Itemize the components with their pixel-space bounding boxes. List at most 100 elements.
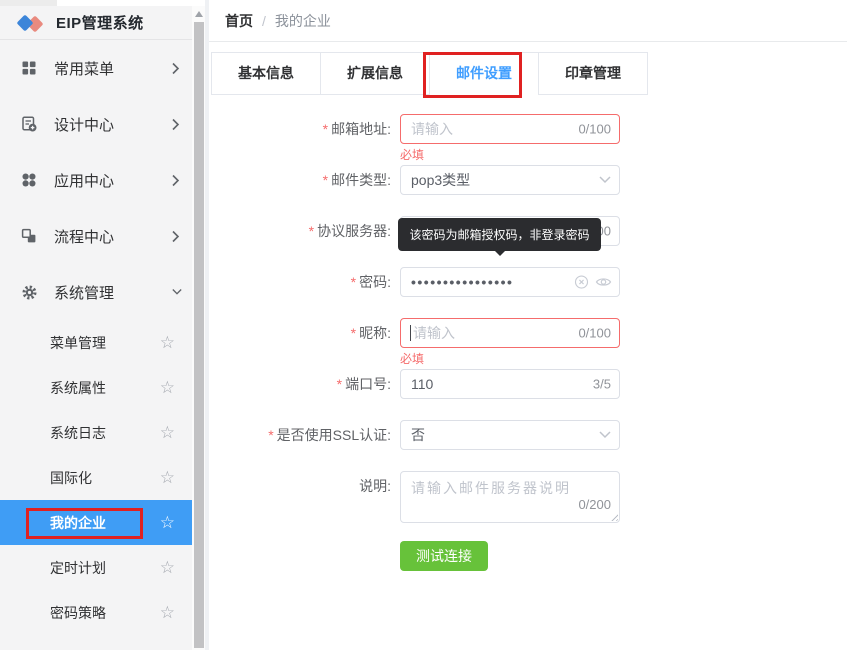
tab-extended-info[interactable]: 扩展信息 [320,53,429,94]
sidebar-item-label: 设计中心 [54,116,115,134]
required-mark: * [268,427,274,443]
tab-bar: 基本信息 扩展信息 邮件设置 印章管理 [211,52,648,95]
sidebar-item-label: 我的企业 [50,514,106,531]
sidebar-item-password-policy[interactable]: 密码策略 ☆ [0,590,192,635]
nickname-input[interactable] [400,318,620,348]
grid-icon [20,59,38,77]
chevron-right-icon [172,117,182,131]
form-row-email: *邮箱地址: 0/100 必填 [209,114,847,162]
sidebar-item-scheduler[interactable]: 定时计划 ☆ [0,545,192,590]
required-mark: * [322,172,329,188]
chevron-right-icon [172,61,182,75]
chevron-down-icon [599,431,611,439]
tab-basic-info[interactable]: 基本信息 [212,53,320,94]
app-title: EIP管理系统 [56,15,144,32]
required-mark: * [322,121,329,137]
form-row-mail-type: * 邮件类型: pop3类型 [209,165,847,195]
text-caret [410,325,411,341]
chevron-right-icon [172,229,182,243]
ssl-select[interactable]: 否 [400,420,620,450]
chevron-down-icon [599,176,611,184]
sidebar-item-i18n[interactable]: 国际化 ☆ [0,455,192,500]
sidebar-item-label: 流程中心 [54,228,115,246]
port-input[interactable] [400,369,620,399]
design-doc-icon [20,115,38,133]
sidebar-item-system-props[interactable]: 系统属性 ☆ [0,365,192,410]
mail-type-select[interactable]: pop3类型 [400,165,620,195]
sidebar-item-label: 密码策略 [50,604,106,621]
breadcrumb-home[interactable]: 首页 [225,11,253,31]
form-row-password: * 密码: [209,267,847,297]
test-connection-button[interactable]: 测试连接 [400,541,488,571]
validation-message: 必填 [400,352,425,366]
email-address-field: 0/100 [400,114,620,144]
form-row-protocol-server: *协议服务器: 0/100 该密码为邮箱授权码，非登录密码 [209,216,847,251]
clear-circle-icon[interactable] [574,275,589,290]
breadcrumb-current: 我的企业 [274,12,331,29]
scrollbar-up-arrow[interactable] [194,11,203,17]
sidebar-item-label: 常用菜单 [54,60,115,78]
sidebar-item-system-logs[interactable]: 系统日志 ☆ [0,410,192,455]
email-address-input[interactable] [400,114,620,144]
sidebar-item-label: 系统管理 [54,284,115,302]
main-content: 首页 / 我的企业 基本信息 扩展信息 邮件设置 印章管理 *邮箱地址: 0/1… [209,0,847,650]
chevron-right-icon [172,173,182,187]
tab-mail-settings[interactable]: 邮件设置 [429,53,538,95]
star-icon[interactable]: ☆ [160,468,175,488]
required-mark: * [308,223,315,239]
scrollbar-thumb[interactable] [193,22,204,648]
breadcrumb: 首页 / 我的企业 [209,0,847,42]
chevron-down-icon [172,285,182,299]
star-icon[interactable]: ☆ [160,603,175,623]
sidebar-item-system-mgmt[interactable]: 系统管理 [0,264,192,320]
field-label-password: * 密码: [350,274,391,290]
form-row-description: 说明: 0/200 [209,471,847,523]
password-tooltip: 该密码为邮箱授权码，非登录密码 [398,218,601,251]
sidebar: EIP管理系统 常用菜单 设计中心 应用中心 流程中心 系统管理 菜单管理 ☆ … [0,6,192,650]
nickname-field: 0/100 [400,318,620,348]
app-logo-icon [16,13,48,33]
app-logo[interactable]: EIP管理系统 [0,6,192,40]
star-icon[interactable]: ☆ [160,423,175,443]
sidebar-item-flow-center[interactable]: 流程中心 [0,208,192,264]
star-icon[interactable]: ☆ [160,378,175,398]
sidebar-scrollbar[interactable] [192,6,205,650]
eye-icon[interactable] [595,275,612,290]
mail-settings-form: *邮箱地址: 0/100 必填 *邮件类型: pop3类型 [209,114,847,571]
tab-seal-mgmt[interactable]: 印章管理 [538,53,647,94]
field-label-mail-type: * 邮件类型: [322,172,391,188]
screen: EIP管理系统 常用菜单 设计中心 应用中心 流程中心 系统管理 菜单管理 ☆ … [0,0,847,650]
sidebar-item-menu-mgmt[interactable]: 菜单管理 ☆ [0,320,192,365]
description-field: 0/200 [400,471,620,523]
sidebar-item-my-enterprise[interactable]: 我的企业 ☆ [0,500,192,545]
password-field [400,267,620,297]
field-label-protocol: * 协议服务器: [308,223,391,239]
sidebar-item-label: 国际化 [50,469,92,486]
field-label-email: * 邮箱地址: [322,121,391,137]
sidebar-item-label: 应用中心 [54,172,115,190]
breadcrumb-separator: / [262,12,266,29]
port-field: 3/5 [400,369,620,399]
sidebar-item-label: 定时计划 [50,559,106,576]
field-label-ssl: * 是否使用SSL认证: [268,427,391,443]
sidebar-item-common-menu[interactable]: 常用菜单 [0,40,192,96]
field-label-port: * 端口号: [336,376,391,392]
star-icon[interactable]: ☆ [160,333,175,353]
sidebar-item-design-center[interactable]: 设计中心 [0,96,192,152]
apps-icon [20,171,38,189]
form-row-nickname: *昵称: 0/100 必填 [209,318,847,366]
validation-message: 必填 [400,148,425,162]
flow-icon [20,227,38,245]
gear-icon [20,283,38,301]
protocol-server-field: 0/100 该密码为邮箱授权码，非登录密码 [398,216,620,251]
sidebar-item-label: 菜单管理 [50,334,106,351]
star-icon[interactable]: ☆ [160,558,175,578]
field-label-description: 说明: [359,478,391,494]
form-row-ssl: * 是否使用SSL认证: 否 [209,420,847,450]
description-textarea[interactable] [400,471,620,523]
star-icon[interactable]: ☆ [160,513,175,533]
required-mark: * [336,376,343,392]
sidebar-item-app-center[interactable]: 应用中心 [0,152,192,208]
sidebar-item-label: 系统日志 [50,424,106,441]
sidebar-item-label: 系统属性 [50,379,106,396]
